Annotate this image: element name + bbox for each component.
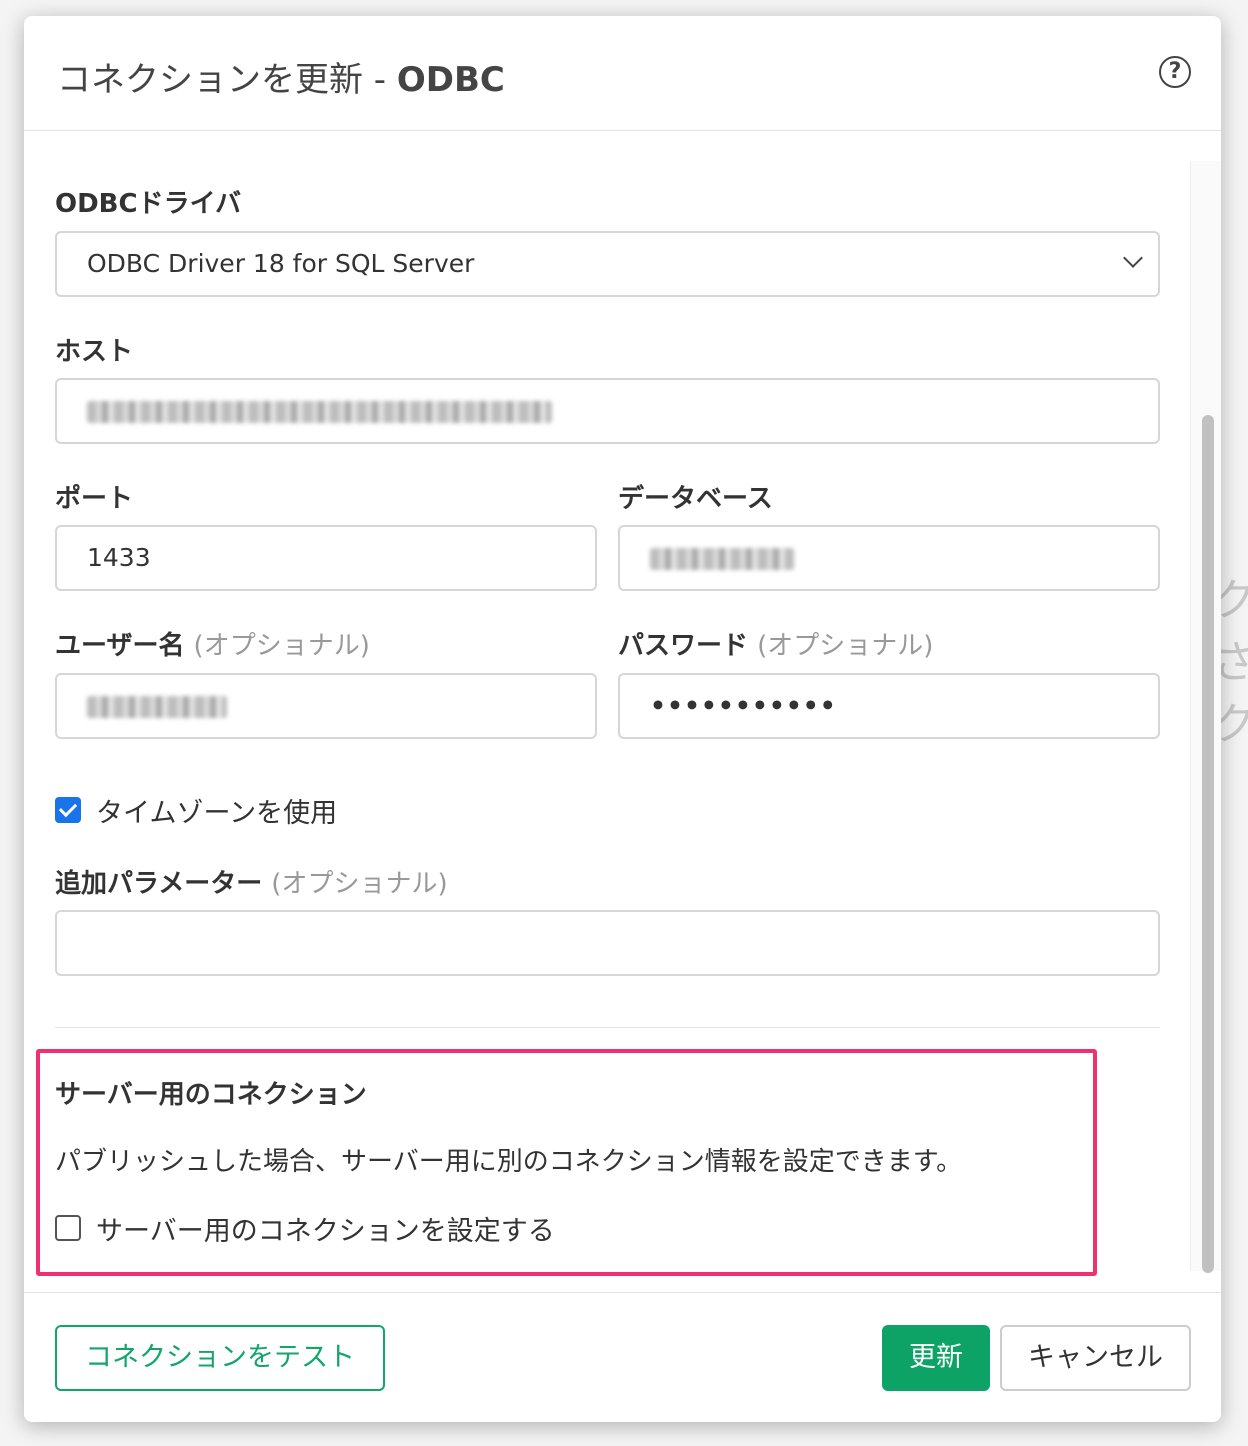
port-label: ポート — [55, 484, 134, 514]
server-connection-checkbox-label: サーバー用のコネクションを設定する — [96, 1216, 555, 1247]
driver-select-value: ODBC Driver 18 for SQL Server — [87, 249, 475, 278]
driver-select[interactable]: ODBC Driver 18 for SQL Server — [55, 231, 1160, 297]
extra-params-optional: (オプショナル) — [271, 869, 448, 899]
timezone-checkbox[interactable] — [55, 797, 81, 823]
dialog-title-separator: - — [363, 60, 397, 100]
cancel-button[interactable]: キャンセル — [1000, 1325, 1191, 1391]
username-optional: (オプショナル) — [193, 631, 370, 661]
extra-params-input[interactable] — [55, 910, 1160, 976]
port-value: 1433 — [87, 543, 151, 572]
dialog-subtitle: ODBC — [396, 60, 505, 100]
scrollbar-track[interactable] — [1190, 161, 1221, 1273]
username-value-redacted — [87, 696, 227, 718]
test-connection-button[interactable]: コネクションをテスト — [55, 1325, 385, 1391]
database-value-redacted — [650, 548, 794, 570]
section-divider — [55, 1027, 1160, 1028]
server-section-title: サーバー用のコネクション — [55, 1080, 367, 1110]
port-input[interactable]: 1433 — [55, 525, 597, 591]
database-input[interactable] — [618, 525, 1160, 591]
scrollbar-thumb[interactable] — [1202, 415, 1214, 1273]
password-label-text: パスワード — [618, 631, 749, 661]
password-value: ••••••••••• — [650, 691, 837, 720]
username-label-text: ユーザー名 — [55, 631, 185, 661]
question-circle-icon[interactable]: ? — [1159, 56, 1191, 88]
update-button[interactable]: 更新 — [882, 1325, 990, 1391]
dialog-title-text: コネクションを更新 — [57, 60, 363, 100]
dialog-body: ODBCドライバ ODBC Driver 18 for SQL Server ホ… — [24, 131, 1221, 1291]
chevron-down-icon — [1123, 248, 1143, 268]
driver-label: ODBCドライバ — [55, 189, 242, 219]
username-input[interactable] — [55, 673, 597, 739]
timezone-label: タイムゾーンを使用 — [96, 798, 338, 829]
server-connection-checkbox[interactable] — [55, 1215, 81, 1241]
update-connection-dialog: コネクションを更新 - ODBC ? ODBCドライバ ODBC Driver … — [24, 16, 1221, 1422]
password-label: パスワード (オプショナル) — [618, 625, 933, 662]
password-input[interactable]: ••••••••••• — [618, 673, 1160, 739]
dialog-title: コネクションを更新 - ODBC — [57, 52, 505, 101]
extra-params-label-text: 追加パラメーター — [55, 869, 263, 899]
dialog-footer: コネクションをテスト 更新 キャンセル — [24, 1292, 1221, 1422]
host-value-redacted — [87, 401, 552, 423]
dialog-header: コネクションを更新 - ODBC ? — [24, 16, 1221, 131]
database-label: データベース — [618, 484, 773, 514]
password-optional: (オプショナル) — [757, 631, 934, 661]
extra-params-label: 追加パラメーター (オプショナル) — [55, 863, 448, 900]
username-label: ユーザー名 (オプショナル) — [55, 625, 370, 662]
host-label: ホスト — [55, 337, 134, 367]
host-input[interactable] — [55, 378, 1160, 444]
server-section-description: パブリッシュした場合、サーバー用に別のコネクション情報を設定できます。 — [55, 1147, 963, 1177]
